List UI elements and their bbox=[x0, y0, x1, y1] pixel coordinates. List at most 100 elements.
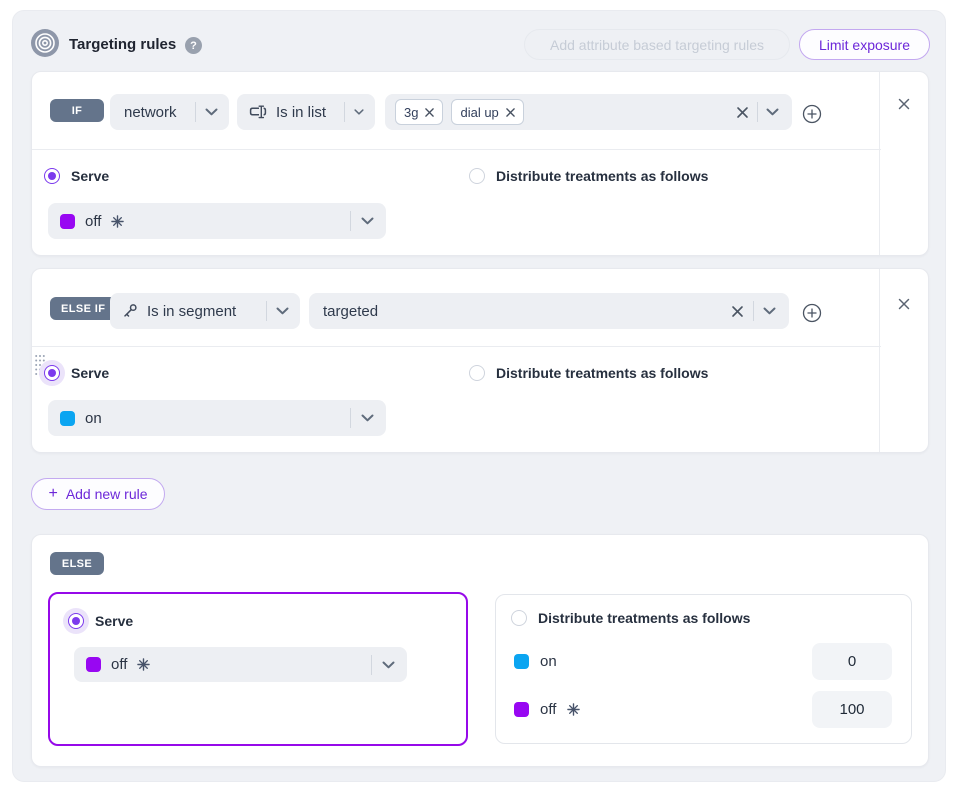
divider bbox=[195, 102, 196, 122]
chevron-down-icon bbox=[354, 108, 364, 116]
serve-label: Serve bbox=[71, 365, 109, 381]
matcher-value: Is in segment bbox=[147, 303, 236, 320]
distribute-radio[interactable] bbox=[469, 168, 485, 184]
if-badge: IF bbox=[50, 99, 104, 122]
chevron-down-icon[interactable] bbox=[763, 307, 776, 315]
list-values-input[interactable]: 3g dial up bbox=[385, 94, 792, 130]
treatment-name: off bbox=[85, 213, 101, 230]
serve-label: Serve bbox=[71, 168, 109, 184]
value-chip: 3g bbox=[395, 99, 443, 125]
add-attribute-rules-button[interactable]: Add attribute based targeting rules bbox=[524, 29, 790, 60]
key-icon bbox=[122, 303, 138, 319]
treatment-dropdown[interactable]: on bbox=[48, 400, 386, 436]
serve-label: Serve bbox=[95, 613, 133, 629]
add-condition-button[interactable] bbox=[801, 103, 823, 125]
else-if-badge: ELSE IF bbox=[50, 297, 116, 320]
plus-circle-icon bbox=[801, 103, 823, 125]
serve-option: Serve bbox=[68, 613, 133, 629]
distribution-row-off: off bbox=[514, 701, 580, 718]
distribution-row-on: on bbox=[514, 653, 557, 670]
else-card: ELSE Serve off Distribute treatments as … bbox=[31, 534, 929, 767]
chevron-down-icon bbox=[276, 307, 289, 315]
chevron-down-icon[interactable] bbox=[766, 108, 779, 116]
segment-input[interactable] bbox=[323, 303, 722, 320]
serve-panel-selected[interactable]: Serve off bbox=[48, 592, 468, 746]
distribute-label: Distribute treatments as follows bbox=[538, 610, 750, 626]
chevron-down-icon bbox=[382, 661, 395, 669]
percent-input-off[interactable] bbox=[812, 691, 892, 728]
distribute-panel[interactable]: Distribute treatments as follows on off bbox=[495, 594, 912, 744]
clear-segment-button[interactable] bbox=[731, 305, 744, 318]
targeting-rules-panel: Targeting rules ? Add attribute based ta… bbox=[12, 10, 946, 782]
divider bbox=[757, 102, 758, 122]
divider bbox=[344, 102, 345, 122]
page-title: Targeting rules bbox=[69, 36, 176, 53]
treatment-swatch bbox=[514, 702, 529, 717]
matcher-dropdown[interactable]: Is in segment bbox=[110, 293, 300, 329]
delete-rule-button[interactable] bbox=[893, 293, 915, 315]
chevron-down-icon bbox=[205, 108, 218, 116]
serve-radio[interactable] bbox=[68, 613, 84, 629]
else-badge: ELSE bbox=[50, 552, 104, 575]
limit-exposure-button[interactable]: Limit exposure bbox=[799, 29, 930, 60]
serve-option: Serve bbox=[44, 168, 109, 184]
percent-input-on[interactable] bbox=[812, 643, 892, 680]
chevron-down-icon bbox=[361, 217, 374, 225]
plus-icon: + bbox=[48, 485, 57, 503]
divider bbox=[266, 301, 267, 321]
clear-icon bbox=[736, 106, 749, 119]
treatment-dropdown[interactable]: off bbox=[48, 203, 386, 239]
matcher-dropdown[interactable]: Is in list bbox=[237, 94, 375, 130]
distribute-radio[interactable] bbox=[469, 365, 485, 381]
distribute-radio[interactable] bbox=[511, 610, 527, 626]
segment-input-wrap bbox=[309, 293, 789, 329]
serve-option: Serve bbox=[44, 365, 109, 381]
distribute-option: Distribute treatments as follows bbox=[511, 610, 750, 626]
rule-card-if: IF network Is in list 3g dial up bbox=[31, 71, 929, 256]
matcher-value: Is in list bbox=[276, 104, 326, 121]
remove-chip-icon[interactable] bbox=[425, 108, 434, 117]
delete-rule-button[interactable] bbox=[893, 93, 915, 115]
add-condition-button[interactable] bbox=[801, 302, 823, 324]
clear-icon bbox=[731, 305, 744, 318]
serve-radio[interactable] bbox=[44, 365, 60, 381]
treatment-name: on bbox=[540, 653, 557, 670]
condition-separator bbox=[32, 346, 881, 347]
rule-actions-column bbox=[879, 269, 928, 452]
treatment-dropdown[interactable]: off bbox=[74, 647, 407, 682]
attribute-value: network bbox=[124, 104, 177, 121]
default-treatment-asterisk-icon bbox=[137, 658, 150, 671]
chevron-down-icon bbox=[361, 414, 374, 422]
divider bbox=[350, 408, 351, 428]
distribute-option: Distribute treatments as follows bbox=[469, 168, 708, 184]
plus-circle-icon bbox=[801, 302, 823, 324]
divider bbox=[371, 655, 372, 675]
distribute-label: Distribute treatments as follows bbox=[496, 365, 708, 381]
value-chip: dial up bbox=[451, 99, 523, 125]
string-match-icon bbox=[248, 105, 267, 119]
distribute-label: Distribute treatments as follows bbox=[496, 168, 708, 184]
treatment-name: off bbox=[111, 656, 127, 673]
serve-radio[interactable] bbox=[44, 168, 60, 184]
treatment-swatch bbox=[60, 214, 75, 229]
condition-separator bbox=[32, 149, 881, 150]
targeting-rules-icon bbox=[31, 29, 59, 57]
distribute-option: Distribute treatments as follows bbox=[469, 365, 708, 381]
add-new-rule-button[interactable]: + Add new rule bbox=[31, 478, 165, 510]
treatment-name: off bbox=[540, 701, 556, 718]
divider bbox=[753, 301, 754, 321]
treatment-swatch bbox=[514, 654, 529, 669]
treatment-swatch bbox=[60, 411, 75, 426]
add-new-rule-label: Add new rule bbox=[66, 486, 148, 502]
help-icon[interactable]: ? bbox=[185, 37, 202, 54]
chip-label: 3g bbox=[404, 105, 418, 120]
treatment-name: on bbox=[85, 410, 102, 427]
chip-label: dial up bbox=[460, 105, 498, 120]
default-treatment-asterisk-icon bbox=[111, 215, 124, 228]
clear-values-button[interactable] bbox=[736, 106, 749, 119]
divider bbox=[350, 211, 351, 231]
remove-chip-icon[interactable] bbox=[506, 108, 515, 117]
default-treatment-asterisk-icon bbox=[567, 703, 580, 716]
attribute-dropdown[interactable]: network bbox=[110, 94, 229, 130]
rule-card-else-if: ELSE IF Is in segment bbox=[31, 268, 929, 453]
